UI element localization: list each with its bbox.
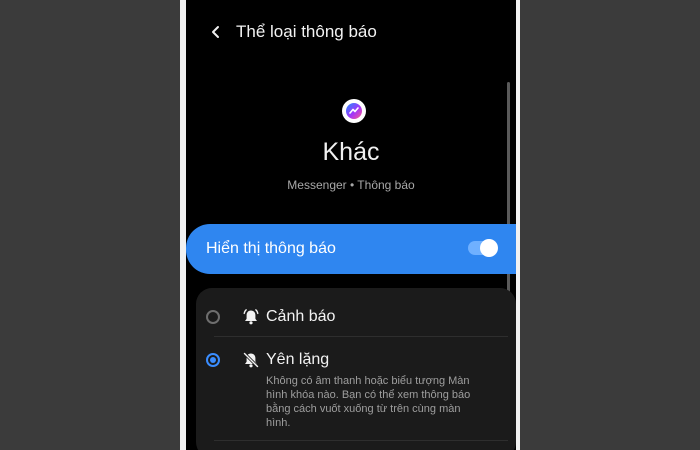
switch-knob: [480, 239, 498, 257]
screen-edge-right: [516, 0, 520, 450]
back-button[interactable]: [198, 14, 234, 50]
option-silent-label: Yên lặng: [266, 351, 330, 368]
alert-style-group: Cảnh báo Yên lặng Không có âm thanh hoặc…: [196, 288, 516, 450]
chevron-left-icon: [212, 26, 219, 38]
show-notifications-switch[interactable]: [468, 239, 498, 257]
top-bar: Thể loại thông báo: [186, 14, 516, 50]
option-alert-label: Cảnh báo: [266, 308, 336, 325]
page-title: Thể loại thông báo: [236, 22, 377, 41]
messenger-icon: [342, 99, 366, 123]
messenger-icon-inner: [346, 103, 362, 119]
show-notifications-label: Hiển thị thông báo: [206, 240, 336, 257]
backdrop-right: [520, 0, 700, 450]
radio-alert[interactable]: [206, 310, 220, 324]
category-subtitle: Messenger • Thông báo: [287, 178, 415, 192]
lightning-bolt-icon: [349, 107, 359, 114]
radio-silent[interactable]: [206, 353, 220, 367]
option-silent-description: Không có âm thanh hoặc biểu tượng Màn hì…: [266, 375, 471, 429]
phone-screen: Thể loại thông báo Khác Messenger • Thôn…: [186, 0, 516, 450]
category-name: Khác: [322, 138, 380, 166]
show-notifications-row[interactable]: Hiển thị thông báo: [186, 224, 516, 274]
backdrop-left: [0, 0, 182, 450]
divider: [214, 440, 508, 441]
option-silent[interactable]: Yên lặng Không có âm thanh hoặc biểu tượ…: [196, 348, 516, 448]
bell-icon: [243, 309, 259, 325]
divider: [214, 336, 508, 337]
bell-off-icon: [243, 352, 259, 368]
